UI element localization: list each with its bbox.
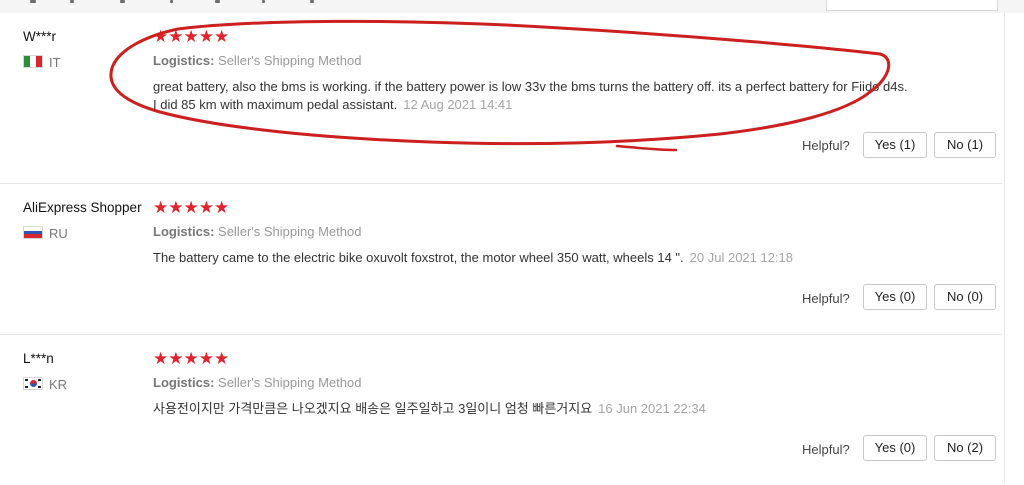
helpful-no-button[interactable]: No (2) xyxy=(934,435,996,461)
reviewer-country: KR xyxy=(49,377,68,392)
helpful-label: Helpful? xyxy=(802,138,850,153)
korea-flag-icon xyxy=(23,377,43,390)
review-text-block: The battery came to the electric bike ox… xyxy=(153,249,913,267)
clipped-text-fragment xyxy=(30,0,36,3)
review-text-block: great battery, also the bms is working. … xyxy=(153,78,913,114)
clipped-text-fragment xyxy=(70,0,74,3)
logistics-info: Logistics: Seller's Shipping Method xyxy=(153,224,361,239)
logistics-value: Seller's Shipping Method xyxy=(218,224,362,239)
clipped-text-fragment xyxy=(262,0,265,3)
reviewer-country: IT xyxy=(49,55,61,70)
russia-flag-icon xyxy=(23,226,43,239)
helpful-no-button[interactable]: No (1) xyxy=(934,132,996,158)
review-date: 20 Jul 2021 12:18 xyxy=(689,250,794,265)
reviewer-name: W***r xyxy=(23,29,56,44)
review-item: L***n KR ★★★★★ Logistics: Seller's Shipp… xyxy=(0,335,1002,485)
clipped-text-fragment xyxy=(310,0,314,3)
rating-stars: ★★★★★ xyxy=(153,27,230,46)
logistics-label: Logistics: xyxy=(153,53,215,68)
top-strip xyxy=(0,0,1024,13)
helpful-yes-button[interactable]: Yes (0) xyxy=(863,284,927,310)
reviewer-name: L***n xyxy=(23,351,54,366)
logistics-label: Logistics: xyxy=(153,224,215,239)
helpful-label: Helpful? xyxy=(802,291,850,306)
helpful-yes-button[interactable]: Yes (1) xyxy=(863,132,927,158)
logistics-value: Seller's Shipping Method xyxy=(218,375,362,390)
clipped-text-fragment xyxy=(215,0,220,3)
logistics-value: Seller's Shipping Method xyxy=(218,53,362,68)
helpful-no-button[interactable]: No (0) xyxy=(934,284,996,310)
clipped-select-box[interactable] xyxy=(826,0,998,11)
reviews-panel: W***r IT ★★★★★ Logistics: Seller's Shipp… xyxy=(0,13,1005,483)
logistics-info: Logistics: Seller's Shipping Method xyxy=(153,375,361,390)
review-text: great battery, also the bms is working. … xyxy=(153,79,908,112)
reviewer-name: AliExpress Shopper xyxy=(23,200,142,215)
review-date: 12 Aug 2021 14:41 xyxy=(403,97,513,112)
clipped-text-fragment xyxy=(170,0,173,3)
review-item: AliExpress Shopper RU ★★★★★ Logistics: S… xyxy=(0,184,1002,334)
review-text: 사용전이지만 가격만큼은 나오겠지요 배송은 일주일하고 3일이니 엄청 빠른거… xyxy=(153,401,593,416)
italy-flag-icon xyxy=(23,55,43,68)
reviewer-country: RU xyxy=(49,226,68,241)
review-text-block: 사용전이지만 가격만큼은 나오겠지요 배송은 일주일하고 3일이니 엄청 빠른거… xyxy=(153,400,913,418)
helpful-label: Helpful? xyxy=(802,442,850,457)
rating-stars: ★★★★★ xyxy=(153,349,230,368)
review-text: The battery came to the electric bike ox… xyxy=(153,250,684,265)
logistics-info: Logistics: Seller's Shipping Method xyxy=(153,53,361,68)
logistics-label: Logistics: xyxy=(153,375,215,390)
helpful-yes-button[interactable]: Yes (0) xyxy=(863,435,927,461)
clipped-text-fragment xyxy=(120,0,125,3)
review-item: W***r IT ★★★★★ Logistics: Seller's Shipp… xyxy=(0,13,1002,183)
rating-stars: ★★★★★ xyxy=(153,198,230,217)
review-date: 16 Jun 2021 22:34 xyxy=(598,401,706,416)
